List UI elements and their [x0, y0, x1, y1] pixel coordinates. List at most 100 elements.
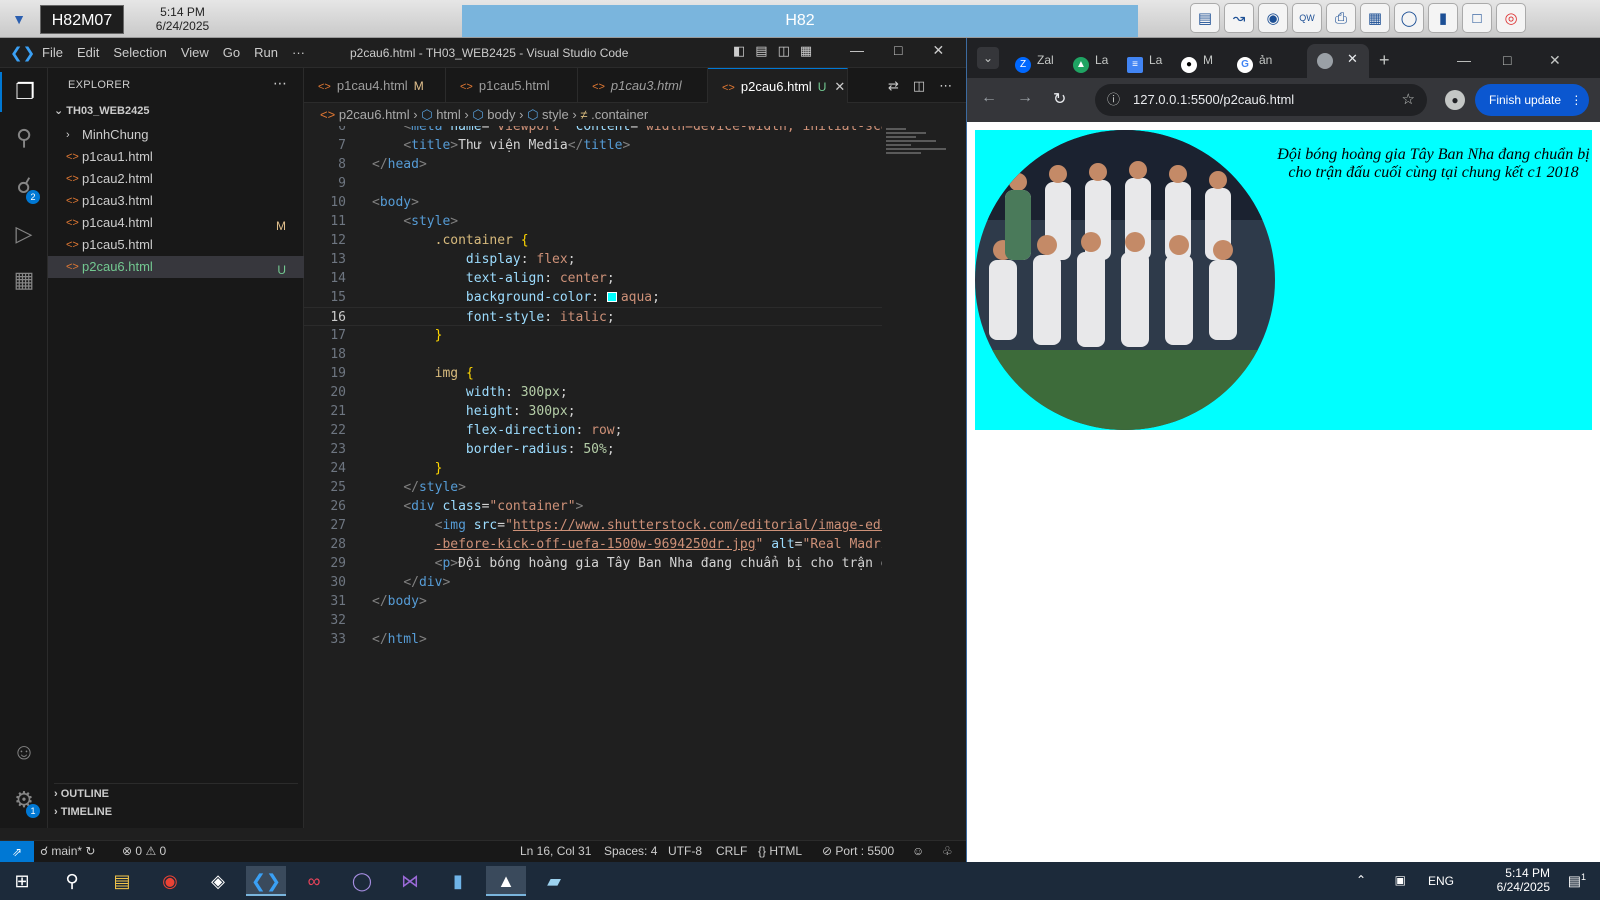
- app-icon-5[interactable]: ▰: [534, 866, 574, 896]
- minimap[interactable]: [886, 126, 958, 186]
- remote-icon[interactable]: ⇗: [0, 841, 34, 863]
- chart-icon[interactable]: ↝: [1224, 3, 1254, 33]
- line-ending[interactable]: CRLF: [716, 844, 747, 858]
- search-icon[interactable]: ⚲: [0, 118, 48, 158]
- notification-icon[interactable]: ▤1: [1568, 872, 1586, 890]
- site-info-icon[interactable]: ⓘ: [1107, 84, 1120, 116]
- menu-run[interactable]: Run: [254, 45, 278, 60]
- app-icon-3[interactable]: ▮: [438, 866, 478, 896]
- file-p1cau5[interactable]: <> p1cau5.html: [48, 234, 304, 256]
- disc-icon[interactable]: ◉: [1258, 3, 1288, 33]
- profile-icon[interactable]: ●: [1445, 90, 1465, 110]
- language-mode[interactable]: {} HTML: [758, 844, 802, 858]
- chrome-close-icon[interactable]: ✕: [1549, 46, 1561, 74]
- file-p1cau2[interactable]: <> p1cau2.html: [48, 168, 304, 190]
- minimize-icon[interactable]: —: [850, 42, 864, 59]
- forward-icon[interactable]: →: [1017, 89, 1033, 109]
- file-p1cau4[interactable]: <> p1cau4.html M: [48, 212, 304, 234]
- chat-icon[interactable]: □: [1462, 3, 1492, 33]
- eclipse-icon[interactable]: ◯: [342, 866, 382, 896]
- encoding[interactable]: UTF-8: [668, 844, 702, 858]
- tab-p1cau4[interactable]: <> p1cau4.html M: [304, 68, 446, 103]
- code-editor[interactable]: 6 <meta name="viewport" content="width=d…: [304, 126, 882, 826]
- lifebuoy-icon[interactable]: ◎: [1496, 3, 1526, 33]
- chrome-icon[interactable]: ◉: [150, 866, 190, 896]
- more-actions-icon[interactable]: ⋯: [939, 78, 952, 94]
- file-p1cau3[interactable]: <> p1cau3.html: [48, 190, 304, 212]
- chrome-tab[interactable]: ● M: [1181, 46, 1213, 74]
- app-icon[interactable]: ◈: [198, 866, 238, 896]
- app-icon-4[interactable]: ▲: [486, 866, 526, 896]
- settings-gear-icon[interactable]: ⚙ 1: [0, 780, 48, 820]
- search-icon[interactable]: ⚲: [52, 866, 92, 896]
- breadcrumb-style[interactable]: style: [542, 107, 569, 122]
- breadcrumb-container[interactable]: .container: [591, 107, 648, 122]
- tab-search-icon[interactable]: ⌄: [977, 47, 999, 69]
- image-url-link[interactable]: https://www.shutterstock.com/editorial/i…: [513, 518, 882, 533]
- menu-edit[interactable]: Edit: [77, 45, 99, 60]
- app-icon-2[interactable]: ∞: [294, 866, 334, 896]
- keyboard-icon[interactable]: QW: [1292, 3, 1322, 33]
- menu-more[interactable]: ···: [292, 45, 305, 60]
- globe-icon[interactable]: ◯: [1394, 3, 1424, 33]
- menu-file[interactable]: File: [42, 45, 63, 60]
- tab-p2cau6[interactable]: <> p2cau6.html U ✕: [708, 68, 848, 103]
- breadcrumb-body[interactable]: body: [487, 107, 515, 122]
- outline-section[interactable]: › OUTLINE: [54, 783, 298, 800]
- compare-icon[interactable]: ⇄: [888, 78, 899, 94]
- bookmark-star-icon[interactable]: ☆: [1402, 84, 1415, 116]
- file-p2cau6[interactable]: <> p2cau6.html U: [48, 256, 304, 278]
- maximize-icon[interactable]: □: [894, 42, 902, 59]
- address-bar[interactable]: ⓘ 127.0.0.1:5500/p2cau6.html ☆: [1095, 84, 1427, 116]
- branch-status[interactable]: ☌ main* ↻: [40, 844, 95, 858]
- windows-start-icon[interactable]: ⊞: [2, 866, 42, 896]
- live-server-port[interactable]: ⊘ Port : 5500: [822, 844, 894, 858]
- color-swatch[interactable]: [606, 292, 617, 302]
- taskbar-clock[interactable]: 5:14 PM 6/24/2025: [1470, 866, 1550, 894]
- printer-icon[interactable]: ⎙: [1326, 3, 1356, 33]
- indentation[interactable]: Spaces: 4: [604, 844, 657, 858]
- toggle-secondary-sidebar-icon[interactable]: ◫: [778, 43, 790, 59]
- bell-icon[interactable]: ♧: [942, 844, 953, 858]
- menu-selection[interactable]: Selection: [113, 45, 166, 60]
- visual-studio-icon[interactable]: ⋈: [390, 866, 430, 896]
- breadcrumb-file[interactable]: p2cau6.html: [339, 107, 410, 122]
- new-tab-icon[interactable]: +: [1379, 46, 1390, 74]
- chrome-tab-close-icon[interactable]: ✕: [1347, 51, 1358, 67]
- explorer-icon[interactable]: ❐: [0, 72, 48, 112]
- file-p1cau1[interactable]: <> p1cau1.html: [48, 146, 304, 168]
- chrome-maximize-icon[interactable]: □: [1503, 46, 1511, 74]
- toggle-panel-icon[interactable]: ▤: [755, 43, 767, 59]
- menu-view[interactable]: View: [181, 45, 209, 60]
- input-language[interactable]: ENG: [1428, 874, 1454, 888]
- run-debug-icon[interactable]: ▷: [0, 214, 48, 254]
- finish-update-button[interactable]: Finish update ⋮: [1475, 84, 1589, 116]
- customize-layout-icon[interactable]: ▦: [800, 43, 812, 59]
- source-control-icon[interactable]: ☌ 2: [0, 166, 48, 206]
- server-icon[interactable]: ▤: [1190, 3, 1220, 33]
- folder-minhchung[interactable]: › MinhChung: [48, 124, 304, 146]
- book-icon[interactable]: ▮: [1428, 3, 1458, 33]
- explorer-more-icon[interactable]: ⋯: [273, 75, 287, 92]
- back-icon[interactable]: ←: [981, 89, 997, 109]
- account-icon[interactable]: ☺: [0, 732, 48, 772]
- chrome-tab[interactable]: Gản: [1237, 46, 1272, 74]
- menu-down-icon[interactable]: ▼: [4, 4, 34, 34]
- chrome-tab[interactable]: ▲ La: [1073, 46, 1108, 74]
- vscode-icon[interactable]: ❮❯: [246, 866, 286, 896]
- feedback-icon[interactable]: ☺: [912, 844, 924, 858]
- close-icon[interactable]: ✕: [932, 42, 944, 59]
- chrome-minimize-icon[interactable]: —: [1457, 46, 1471, 74]
- image-url-link[interactable]: -before-kick-off-uefa-1500w-9694250dr.jp…: [435, 537, 756, 552]
- split-editor-icon[interactable]: ◫: [913, 78, 925, 94]
- network-icon[interactable]: ▣: [1395, 873, 1406, 887]
- menu-go[interactable]: Go: [223, 45, 240, 60]
- breadcrumb-html[interactable]: html: [436, 107, 461, 122]
- workspace-folder[interactable]: ⌄ TH03_WEB2425: [54, 104, 149, 117]
- toggle-sidebar-icon[interactable]: ◧: [733, 43, 745, 59]
- chevron-up-icon[interactable]: ⌃: [1356, 873, 1366, 887]
- tab-close-icon[interactable]: ✕: [834, 79, 845, 94]
- problems-status[interactable]: ⊗ 0 ⚠ 0: [122, 844, 166, 858]
- chrome-tab[interactable]: Z Zal: [1015, 46, 1054, 74]
- tab-p1cau3[interactable]: <> p1cau3.html: [578, 68, 708, 103]
